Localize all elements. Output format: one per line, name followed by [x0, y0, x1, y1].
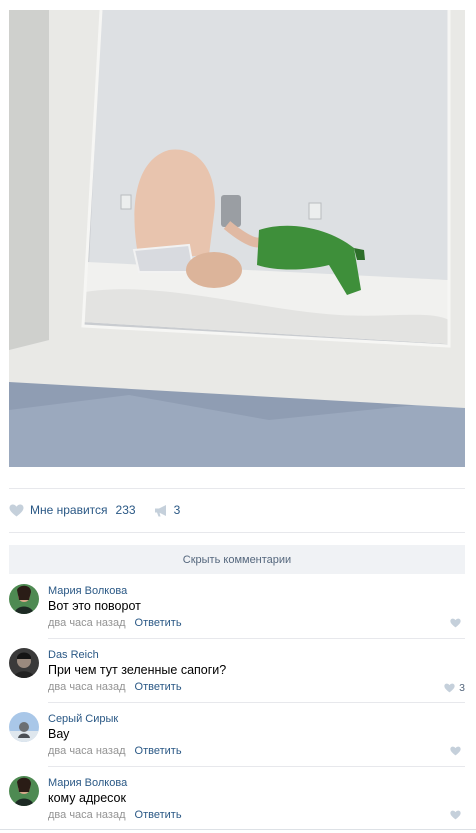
reply-link[interactable]: Ответить — [135, 809, 182, 821]
divider — [9, 532, 465, 533]
comment-meta: два часа назад Ответить — [48, 745, 182, 757]
divider — [9, 488, 465, 489]
comment-author[interactable]: Мария Волкова — [48, 777, 127, 789]
divider — [0, 829, 476, 830]
hide-comments-label: Скрыть комментарии — [182, 553, 292, 566]
heart-icon — [444, 683, 455, 693]
comment-item: Мария Волкова Вот это поворот два часа н… — [9, 574, 465, 638]
comment-author[interactable]: Мария Волкова — [48, 585, 127, 597]
heart-icon — [450, 810, 461, 820]
comment-meta: два часа назад Ответить — [48, 809, 182, 821]
post-photo[interactable] — [9, 10, 465, 467]
comment-text: Вот это поворот — [48, 599, 141, 613]
share-button[interactable]: 3 — [154, 503, 181, 517]
comment-text: кому адресок — [48, 791, 126, 805]
avatar[interactable] — [9, 584, 39, 614]
reply-link[interactable]: Ответить — [135, 745, 182, 757]
hide-comments-button[interactable]: Скрыть комментарии — [9, 545, 465, 574]
megaphone-icon — [154, 504, 166, 516]
comment-like-button[interactable] — [450, 810, 465, 820]
comment-item: Серый Сирык Вау два часа назад Ответить — [9, 702, 465, 766]
comment-time: два часа назад — [48, 745, 126, 757]
avatar[interactable] — [9, 776, 39, 806]
post-actions: Мне нравится 233 3 — [9, 498, 180, 522]
comment-item: Das Reich При чем тут зеленные сапоги? д… — [9, 638, 465, 702]
heart-icon — [450, 746, 461, 756]
heart-icon — [9, 504, 24, 516]
comment-like-button[interactable] — [450, 746, 465, 756]
comment-time: два часа назад — [48, 617, 126, 629]
comment-time: два часа назад — [48, 809, 126, 821]
share-count: 3 — [173, 503, 181, 517]
reply-link[interactable]: Ответить — [135, 681, 182, 693]
comment-meta: два часа назад Ответить — [48, 617, 182, 629]
comment-author[interactable]: Das Reich — [48, 649, 99, 661]
comment-item: Мария Волкова кому адресок два часа наза… — [9, 766, 465, 830]
comment-author[interactable]: Серый Сирык — [48, 713, 118, 725]
avatar[interactable] — [9, 648, 39, 678]
comment-like-button[interactable] — [450, 618, 465, 628]
comment-time: два часа назад — [48, 681, 126, 693]
reply-link[interactable]: Ответить — [135, 617, 182, 629]
comment-like-button[interactable]: 3 — [444, 682, 465, 694]
like-count: 233 — [115, 503, 136, 517]
comment-meta: два часа назад Ответить — [48, 681, 182, 693]
comment-like-count: 3 — [459, 682, 465, 694]
comment-text: Вау — [48, 727, 70, 741]
heart-icon — [450, 618, 461, 628]
avatar[interactable] — [9, 712, 39, 742]
like-label: Мне нравится — [30, 503, 108, 517]
like-button[interactable]: Мне нравится 233 — [9, 503, 136, 517]
comment-text: При чем тут зеленные сапоги? — [48, 663, 227, 677]
